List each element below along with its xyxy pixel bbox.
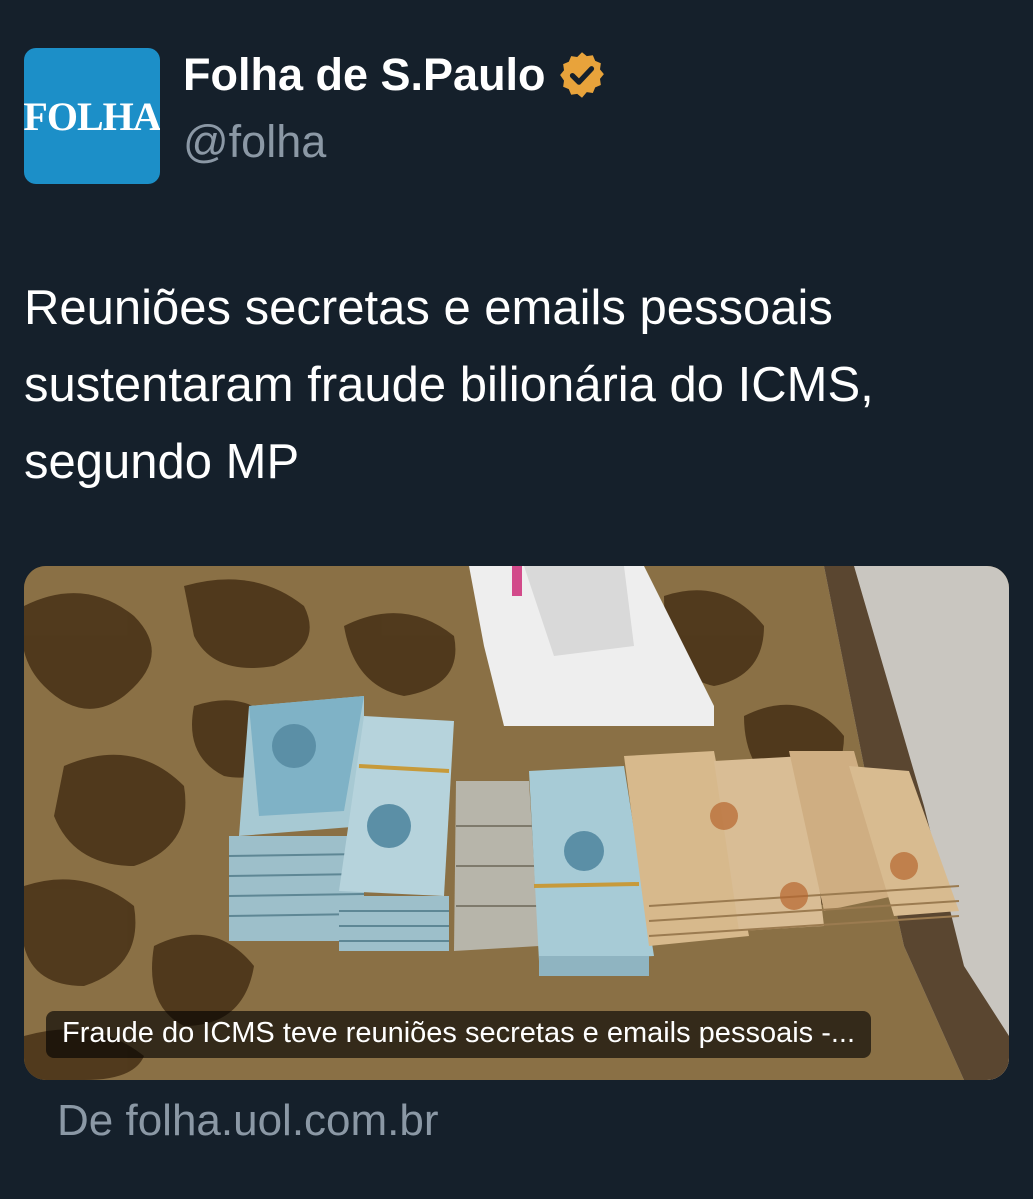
author-handle[interactable]: @folha bbox=[183, 116, 326, 168]
avatar[interactable]: FOLHA bbox=[24, 48, 160, 184]
display-name[interactable]: Folha de S.Paulo bbox=[183, 49, 546, 101]
author-name-row: Folha de S.Paulo bbox=[183, 46, 608, 104]
link-card[interactable]: Fraude do ICMS teve reuniões secretas e … bbox=[24, 566, 1009, 1080]
tweet-text: Reuniões secretas e emails pessoais sust… bbox=[24, 281, 874, 489]
link-card-source[interactable]: De folha.uol.com.br bbox=[57, 1096, 439, 1146]
link-card-image bbox=[24, 566, 1009, 1080]
verified-badge-icon[interactable] bbox=[556, 49, 608, 101]
link-card-caption: Fraude do ICMS teve reuniões secretas e … bbox=[46, 1011, 872, 1058]
avatar-logo-text: FOLHA bbox=[24, 93, 160, 139]
